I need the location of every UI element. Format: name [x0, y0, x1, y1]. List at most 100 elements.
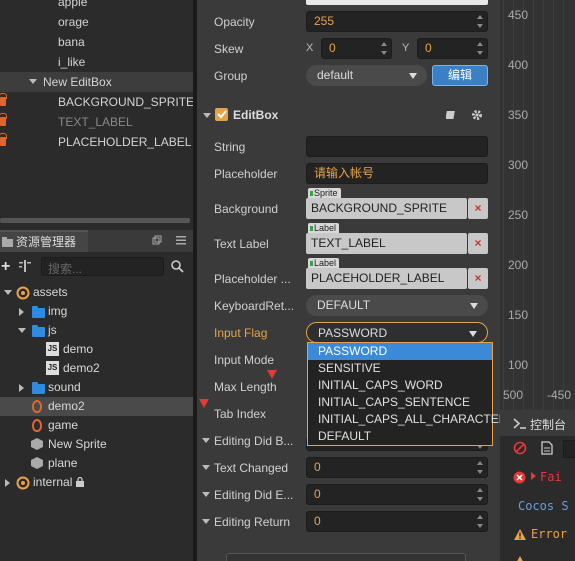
- lock-icon[interactable]: [0, 113, 7, 126]
- sort-icon[interactable]: [19, 260, 31, 272]
- maximize-icon[interactable]: [152, 235, 162, 245]
- folder-icon: [32, 382, 45, 394]
- string-label: String: [214, 140, 246, 154]
- help-book-icon[interactable]: [446, 110, 456, 120]
- keyboard-return-select[interactable]: DEFAULT: [306, 295, 488, 316]
- asset-item-game[interactable]: game: [0, 416, 193, 435]
- lock-icon[interactable]: [0, 133, 7, 146]
- group-edit-button[interactable]: 编辑: [432, 65, 488, 86]
- hierarchy-item[interactable]: TEXT_LABEL: [0, 112, 193, 132]
- log-file-icon[interactable]: [541, 441, 553, 455]
- dropdown-option[interactable]: SENSITIVE: [308, 360, 492, 377]
- group-select[interactable]: default: [306, 65, 427, 86]
- expand-arrow-icon[interactable]: [18, 328, 26, 333]
- clear-ref-icon[interactable]: ×: [468, 198, 488, 219]
- collapse-arrow-icon[interactable]: [202, 519, 210, 524]
- skew-x-input[interactable]: 0: [321, 38, 392, 59]
- stepper-icon[interactable]: [477, 487, 485, 502]
- assets-db-icon: [16, 286, 30, 300]
- input-flag-select[interactable]: PASSWORD: [306, 322, 488, 343]
- hierarchy-item[interactable]: orage: [0, 12, 193, 32]
- editing-return-input[interactable]: 0: [306, 511, 488, 532]
- editbox-component-header[interactable]: EditBox: [197, 104, 500, 126]
- expand-arrow-icon[interactable]: [19, 308, 24, 316]
- console-tabbar: 控制台: [500, 410, 575, 436]
- text-label-ref-field[interactable]: TEXT_LABEL ×: [306, 233, 488, 254]
- asset-item-js[interactable]: js: [0, 321, 193, 340]
- lock-icon[interactable]: [0, 93, 7, 106]
- y-tick-label: 150: [508, 308, 529, 322]
- placeholder-label-ref-field[interactable]: PLACEHOLDER_LABEL ×: [306, 268, 488, 289]
- asset-item-plane[interactable]: plane: [0, 454, 193, 473]
- hierarchy-item[interactable]: bana: [0, 32, 193, 52]
- collapse-arrow-icon[interactable]: [202, 465, 210, 470]
- add-icon[interactable]: +: [1, 258, 10, 276]
- collapse-arrow-icon[interactable]: [203, 113, 211, 118]
- stepper-icon[interactable]: [477, 514, 485, 529]
- hierarchy-item[interactable]: apple: [0, 0, 193, 12]
- dropdown-option[interactable]: INITIAL_CAPS_SENTENCE: [308, 394, 492, 411]
- max-length-label: Max Length: [214, 380, 277, 394]
- asset-item-internal[interactable]: internal: [0, 473, 193, 492]
- editing-did-end-input[interactable]: 0: [306, 484, 488, 505]
- editing-did-end-label: Editing Did E...: [214, 488, 294, 502]
- gear-icon[interactable]: [471, 109, 483, 121]
- hierarchy-item[interactable]: BACKGROUND_SPRITE: [0, 92, 193, 112]
- expand-arrow-icon[interactable]: [4, 290, 12, 295]
- dropdown-option[interactable]: INITIAL_CAPS_WORD: [308, 377, 492, 394]
- y-tick-label: 250: [508, 208, 529, 222]
- console-filter-input[interactable]: [563, 440, 575, 458]
- asset-item-demo-script[interactable]: JS demo: [0, 340, 193, 359]
- collapse-arrow-icon[interactable]: [202, 438, 210, 443]
- search-icon[interactable]: [171, 260, 184, 273]
- tab-console[interactable]: 控制台: [530, 416, 566, 433]
- asset-item-new-sprite[interactable]: New Sprite: [0, 435, 193, 454]
- skew-y-input[interactable]: 0: [417, 38, 488, 59]
- dropdown-option[interactable]: PASSWORD: [308, 343, 492, 360]
- opacity-input[interactable]: 255: [306, 11, 488, 32]
- asset-item-demo2-scene[interactable]: demo2: [0, 397, 193, 416]
- expand-arrow-icon[interactable]: [19, 384, 24, 392]
- asset-item-sound[interactable]: sound: [0, 378, 193, 397]
- expand-arrow-icon[interactable]: [531, 472, 536, 480]
- dropdown-option[interactable]: DEFAULT: [308, 428, 492, 445]
- hierarchy-item[interactable]: PLACEHOLDER_LABEL: [0, 132, 193, 152]
- color-field[interactable]: [306, 0, 488, 5]
- lock-icon: [76, 477, 84, 487]
- console-line: Cocos S: [518, 499, 569, 513]
- asset-item-assets[interactable]: assets: [0, 283, 193, 302]
- y-tick-label: 350: [508, 108, 529, 122]
- stepper-icon[interactable]: [477, 41, 485, 56]
- stepper-icon[interactable]: [381, 41, 389, 56]
- stepper-icon[interactable]: [477, 14, 485, 29]
- hierarchy-scrollbar[interactable]: [0, 218, 190, 223]
- y-tick-label: 200: [508, 258, 529, 272]
- dropdown-option[interactable]: INITIAL_CAPS_ALL_CHARACTERS: [308, 411, 515, 428]
- asset-item-img[interactable]: img: [0, 302, 193, 321]
- collapse-arrow-icon[interactable]: [202, 492, 210, 497]
- assets-search-input[interactable]: 搜索...: [41, 257, 164, 276]
- clear-ref-icon[interactable]: ×: [468, 268, 488, 289]
- menu-icon[interactable]: [176, 235, 186, 245]
- y-tick-label: 450: [508, 8, 529, 22]
- tab-assets[interactable]: 资源管理器: [0, 230, 88, 252]
- placeholder-input[interactable]: 请输入帐号: [306, 163, 488, 184]
- text-changed-label: Text Changed: [214, 461, 289, 475]
- hierarchy-item[interactable]: i_like: [0, 52, 193, 72]
- hierarchy-item-selected[interactable]: New EditBox: [0, 72, 193, 92]
- text-changed-input[interactable]: 0: [306, 457, 488, 478]
- internal-db-icon: [16, 476, 30, 490]
- background-ref-field[interactable]: BACKGROUND_SPRITE ×: [306, 198, 488, 219]
- x-tick-label: 500: [503, 388, 524, 402]
- add-component-button[interactable]: [226, 553, 466, 561]
- prefab-icon: [31, 457, 43, 469]
- string-input[interactable]: [306, 136, 488, 157]
- stepper-icon[interactable]: [477, 460, 485, 475]
- asset-item-demo2-script[interactable]: JS demo2: [0, 359, 193, 378]
- expand-arrow-icon[interactable]: [5, 479, 10, 487]
- expand-arrow-icon[interactable]: [29, 79, 37, 84]
- scene-icon: [32, 419, 42, 432]
- clear-ref-icon[interactable]: ×: [468, 233, 488, 254]
- skew-label: Skew: [214, 42, 244, 56]
- clear-console-icon[interactable]: [513, 441, 527, 455]
